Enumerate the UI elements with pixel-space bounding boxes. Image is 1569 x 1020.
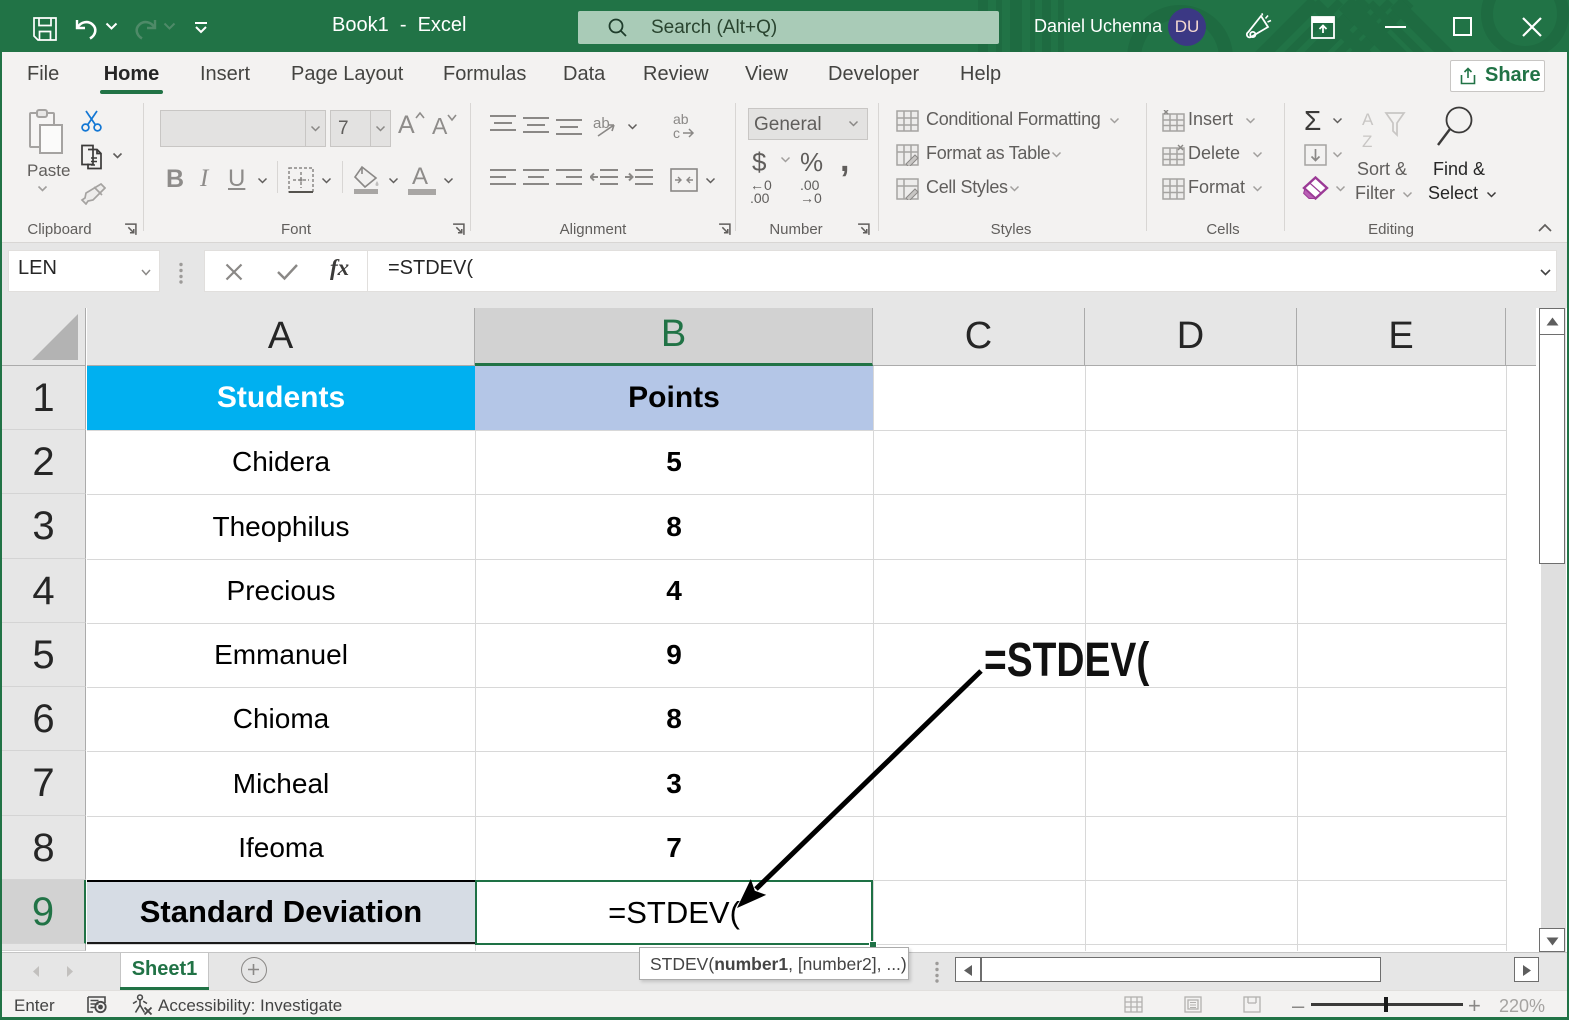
svg-text:Z: Z (1362, 132, 1372, 151)
svg-text:c: c (673, 125, 680, 140)
svg-text:A: A (1362, 110, 1374, 129)
